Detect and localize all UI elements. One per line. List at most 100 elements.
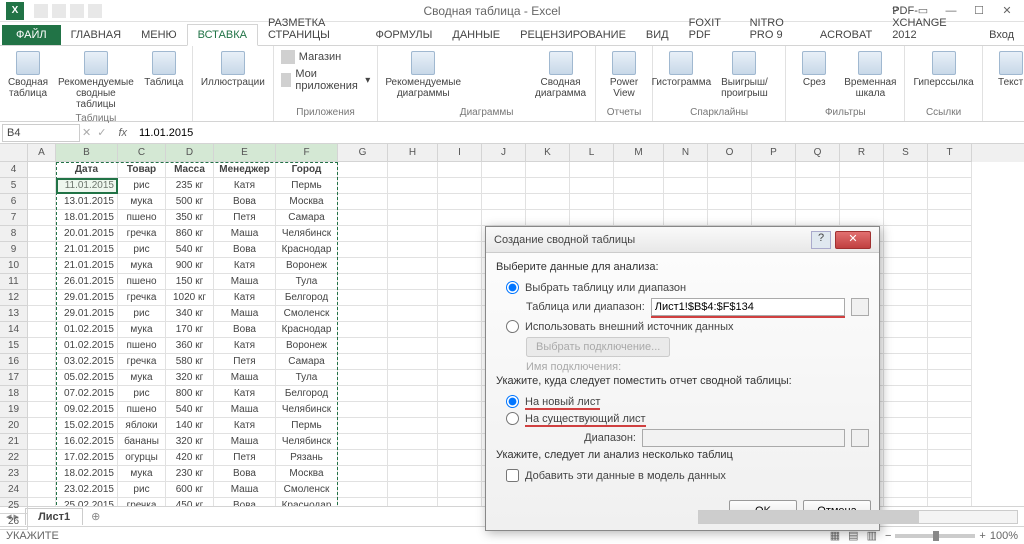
ribbon-tab[interactable]: РАЗМЕТКА СТРАНИЦЫ (258, 13, 366, 45)
zoom-slider[interactable] (895, 534, 975, 538)
rec-charts-button[interactable]: Рекомендуемые диаграммы (384, 49, 462, 101)
cell[interactable] (438, 322, 482, 338)
ribbon-tab[interactable]: PDF-XChange 2012 (882, 1, 979, 45)
cell[interactable]: 150 кг (166, 274, 214, 290)
cell[interactable]: Краснодар (276, 242, 338, 258)
cell[interactable]: 20.01.2015 (56, 226, 118, 242)
cell[interactable]: мука (118, 258, 166, 274)
cell[interactable] (28, 354, 56, 370)
cell[interactable] (388, 274, 438, 290)
cell[interactable] (928, 306, 972, 322)
cell[interactable] (28, 338, 56, 354)
row-header[interactable]: 14 (0, 322, 28, 338)
name-box[interactable]: B4 (2, 124, 80, 142)
cell[interactable]: Самара (276, 354, 338, 370)
cell[interactable] (928, 258, 972, 274)
cell[interactable]: рис (118, 306, 166, 322)
cell[interactable]: яблоки (118, 418, 166, 434)
opt-new-sheet[interactable] (506, 395, 519, 408)
cell[interactable]: Пермь (276, 178, 338, 194)
zoom-level[interactable]: 100% (990, 530, 1018, 542)
cell[interactable]: рис (118, 242, 166, 258)
cell[interactable] (614, 210, 664, 226)
cell[interactable]: 23.02.2015 (56, 482, 118, 498)
pivot-chart-button[interactable]: Сводная диаграмма (532, 49, 589, 101)
ribbon-tab[interactable]: ВСТАВКА (187, 24, 258, 46)
cell[interactable] (388, 434, 438, 450)
cell[interactable] (482, 178, 526, 194)
column-header[interactable]: G (338, 144, 388, 162)
cell[interactable]: Маша (214, 402, 276, 418)
cell[interactable] (388, 322, 438, 338)
cell[interactable] (28, 418, 56, 434)
cell[interactable] (28, 386, 56, 402)
add-sheet-button[interactable]: ⊕ (83, 508, 108, 525)
cell[interactable]: 16.02.2015 (56, 434, 118, 450)
cell[interactable] (338, 402, 388, 418)
cell[interactable] (338, 322, 388, 338)
cell[interactable]: Вова (214, 194, 276, 210)
cell[interactable] (388, 194, 438, 210)
cell[interactable] (708, 162, 752, 178)
cell[interactable]: 29.01.2015 (56, 290, 118, 306)
cell[interactable] (928, 210, 972, 226)
cell[interactable]: 21.01.2015 (56, 242, 118, 258)
cell[interactable] (28, 402, 56, 418)
cell[interactable]: 18.02.2015 (56, 466, 118, 482)
cell[interactable] (526, 194, 570, 210)
cell[interactable] (928, 274, 972, 290)
cell[interactable]: 860 кг (166, 226, 214, 242)
row-header[interactable]: 6 (0, 194, 28, 210)
cell[interactable]: 600 кг (166, 482, 214, 498)
cell[interactable]: Тула (276, 274, 338, 290)
cell[interactable]: пшено (118, 210, 166, 226)
cell[interactable] (928, 450, 972, 466)
cell[interactable] (884, 210, 928, 226)
cell[interactable] (884, 306, 928, 322)
cell[interactable] (388, 386, 438, 402)
row-header[interactable]: 17 (0, 370, 28, 386)
column-header[interactable]: D (166, 144, 214, 162)
cell[interactable] (388, 306, 438, 322)
cell[interactable]: Катя (214, 178, 276, 194)
timeline-button[interactable]: Временная шкала (842, 49, 898, 101)
fx-icon[interactable]: fx (112, 127, 133, 139)
cell[interactable]: Катя (214, 290, 276, 306)
cell[interactable]: 11.01.2015 (56, 178, 118, 194)
cell[interactable] (388, 450, 438, 466)
cell[interactable] (338, 194, 388, 210)
cell[interactable] (884, 162, 928, 178)
cell[interactable]: 320 кг (166, 434, 214, 450)
row-header[interactable]: 8 (0, 226, 28, 242)
cell[interactable]: 450 кг (166, 498, 214, 506)
cell[interactable] (338, 498, 388, 506)
cell[interactable] (338, 370, 388, 386)
cell[interactable] (884, 274, 928, 290)
cell[interactable]: 170 кг (166, 322, 214, 338)
cell[interactable] (928, 498, 972, 506)
cancel-formula-icon[interactable]: ✕ (82, 126, 91, 139)
cell[interactable] (28, 498, 56, 506)
cell[interactable] (752, 162, 796, 178)
cell[interactable] (928, 338, 972, 354)
cell[interactable] (840, 178, 884, 194)
cell[interactable] (928, 162, 972, 178)
cell[interactable]: бананы (118, 434, 166, 450)
cell[interactable] (438, 450, 482, 466)
cell[interactable] (664, 162, 708, 178)
row-header[interactable]: 19 (0, 402, 28, 418)
cell[interactable] (526, 210, 570, 226)
cell[interactable]: гречка (118, 290, 166, 306)
cell[interactable] (28, 370, 56, 386)
column-header[interactable]: F (276, 144, 338, 162)
cell[interactable]: 340 кг (166, 306, 214, 322)
cell[interactable]: Маша (214, 370, 276, 386)
cell[interactable]: 230 кг (166, 466, 214, 482)
slicer-button[interactable]: Срез (792, 49, 836, 90)
cell[interactable] (928, 178, 972, 194)
cell[interactable] (28, 194, 56, 210)
cell[interactable]: 07.02.2015 (56, 386, 118, 402)
cell[interactable] (796, 162, 840, 178)
column-header[interactable]: B (56, 144, 118, 162)
cell[interactable]: Челябинск (276, 226, 338, 242)
